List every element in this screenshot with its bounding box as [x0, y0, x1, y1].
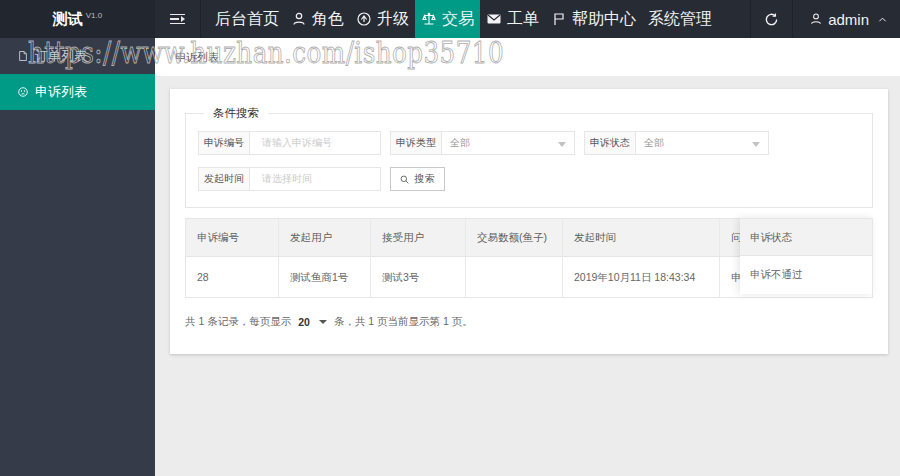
appeal-status-group: 申诉状态 全部 [584, 131, 769, 155]
refresh-icon [764, 12, 779, 27]
flag-icon [551, 11, 567, 27]
page-size-caret-icon [319, 320, 327, 324]
user-icon [809, 12, 823, 26]
col-receiver: 接受用户 [371, 219, 466, 256]
fixed-status-column: 申诉状态 申诉不通过 [740, 218, 873, 294]
search-button[interactable]: 搜索 [390, 167, 445, 191]
nav-help[interactable]: 帮助中心 [545, 0, 642, 38]
upgrade-icon [356, 11, 372, 27]
app-version: V1.0 [86, 11, 102, 20]
start-time-group: 发起时间 请选择时间 [198, 167, 381, 191]
pagination: 共 1 条记录，每页显示 20 条，共 1 页当前显示第 1 页。 [185, 315, 873, 329]
nav-system[interactable]: 系统管理 [642, 0, 718, 38]
user-icon [291, 11, 307, 27]
nav-home[interactable]: 后台首页 [209, 0, 285, 38]
page-size-select[interactable]: 20 [298, 316, 327, 328]
chevron-up-icon [877, 14, 888, 25]
app-logo[interactable]: 测试 V1.0 [0, 0, 155, 38]
appeal-type-group: 申诉类型 全部 [390, 131, 575, 155]
col-time: 发起时间 [563, 219, 720, 256]
appeal-no-label: 申诉编号 [198, 131, 250, 155]
appeal-no-input[interactable]: 请输入申诉编号 [250, 131, 381, 155]
app-title: 测试 [53, 10, 83, 29]
content-card: 条件搜索 申诉编号 请输入申诉编号 申诉类型 全部 申诉状态 全部 发起时间 [170, 89, 888, 354]
face-icon [17, 86, 29, 98]
col-amount: 交易数额(鱼子) [466, 219, 563, 256]
select-caret-icon [752, 142, 760, 147]
sidebar-toggle-button[interactable] [155, 0, 201, 38]
refresh-button[interactable] [750, 0, 793, 38]
breadcrumb: 申诉列表 [175, 50, 219, 65]
appeal-type-label: 申诉类型 [390, 131, 442, 155]
sidebar: 订单列表 申诉列表 [0, 38, 155, 476]
nav-trade[interactable]: 交易 [415, 0, 480, 38]
appeal-type-select[interactable]: 全部 [442, 131, 575, 155]
status-cell: 申诉不通过 [740, 256, 872, 293]
appeal-no-group: 申诉编号 请输入申诉编号 [198, 131, 381, 155]
menu-collapse-icon [170, 14, 185, 25]
top-nav: 后台首页 角色 升级 交易 工单 帮助中心 系统管理 [209, 0, 718, 38]
search-icon [399, 174, 410, 185]
topbar-right: admin [750, 0, 900, 38]
topbar: 测试 V1.0 后台首页 角色 升级 交易 工单 帮助中心 系统管理 admin [0, 0, 900, 38]
nav-roles[interactable]: 角色 [285, 0, 350, 38]
col-initiator: 发起用户 [279, 219, 371, 256]
col-status: 申诉状态 [740, 219, 872, 256]
select-caret-icon [558, 142, 566, 147]
nav-upgrade[interactable]: 升级 [350, 0, 415, 38]
sidebar-item-appeals[interactable]: 申诉列表 [0, 74, 155, 110]
appeals-table: 申诉编号 发起用户 接受用户 交易数额(鱼子) 发起时间 问题描述 28 测试鱼… [185, 218, 873, 298]
breadcrumb-bar: 申诉列表 [155, 38, 900, 76]
sidebar-item-orders[interactable]: 订单列表 [0, 38, 155, 74]
mail-icon [486, 11, 502, 27]
appeal-status-label: 申诉状态 [584, 131, 636, 155]
col-appeal-no: 申诉编号 [186, 219, 279, 256]
appeal-status-select[interactable]: 全部 [636, 131, 769, 155]
search-legend: 条件搜索 [204, 106, 268, 121]
start-time-label: 发起时间 [198, 167, 250, 191]
search-fieldset: 条件搜索 申诉编号 请输入申诉编号 申诉类型 全部 申诉状态 全部 发起时间 [185, 113, 873, 208]
file-icon [17, 50, 29, 62]
start-time-input[interactable]: 请选择时间 [250, 167, 381, 191]
scale-icon [421, 11, 437, 27]
user-menu[interactable]: admin [793, 0, 900, 38]
username: admin [828, 11, 869, 28]
nav-tickets[interactable]: 工单 [480, 0, 545, 38]
main-content: 申诉列表 条件搜索 申诉编号 请输入申诉编号 申诉类型 全部 申诉状态 全部 [155, 38, 900, 476]
